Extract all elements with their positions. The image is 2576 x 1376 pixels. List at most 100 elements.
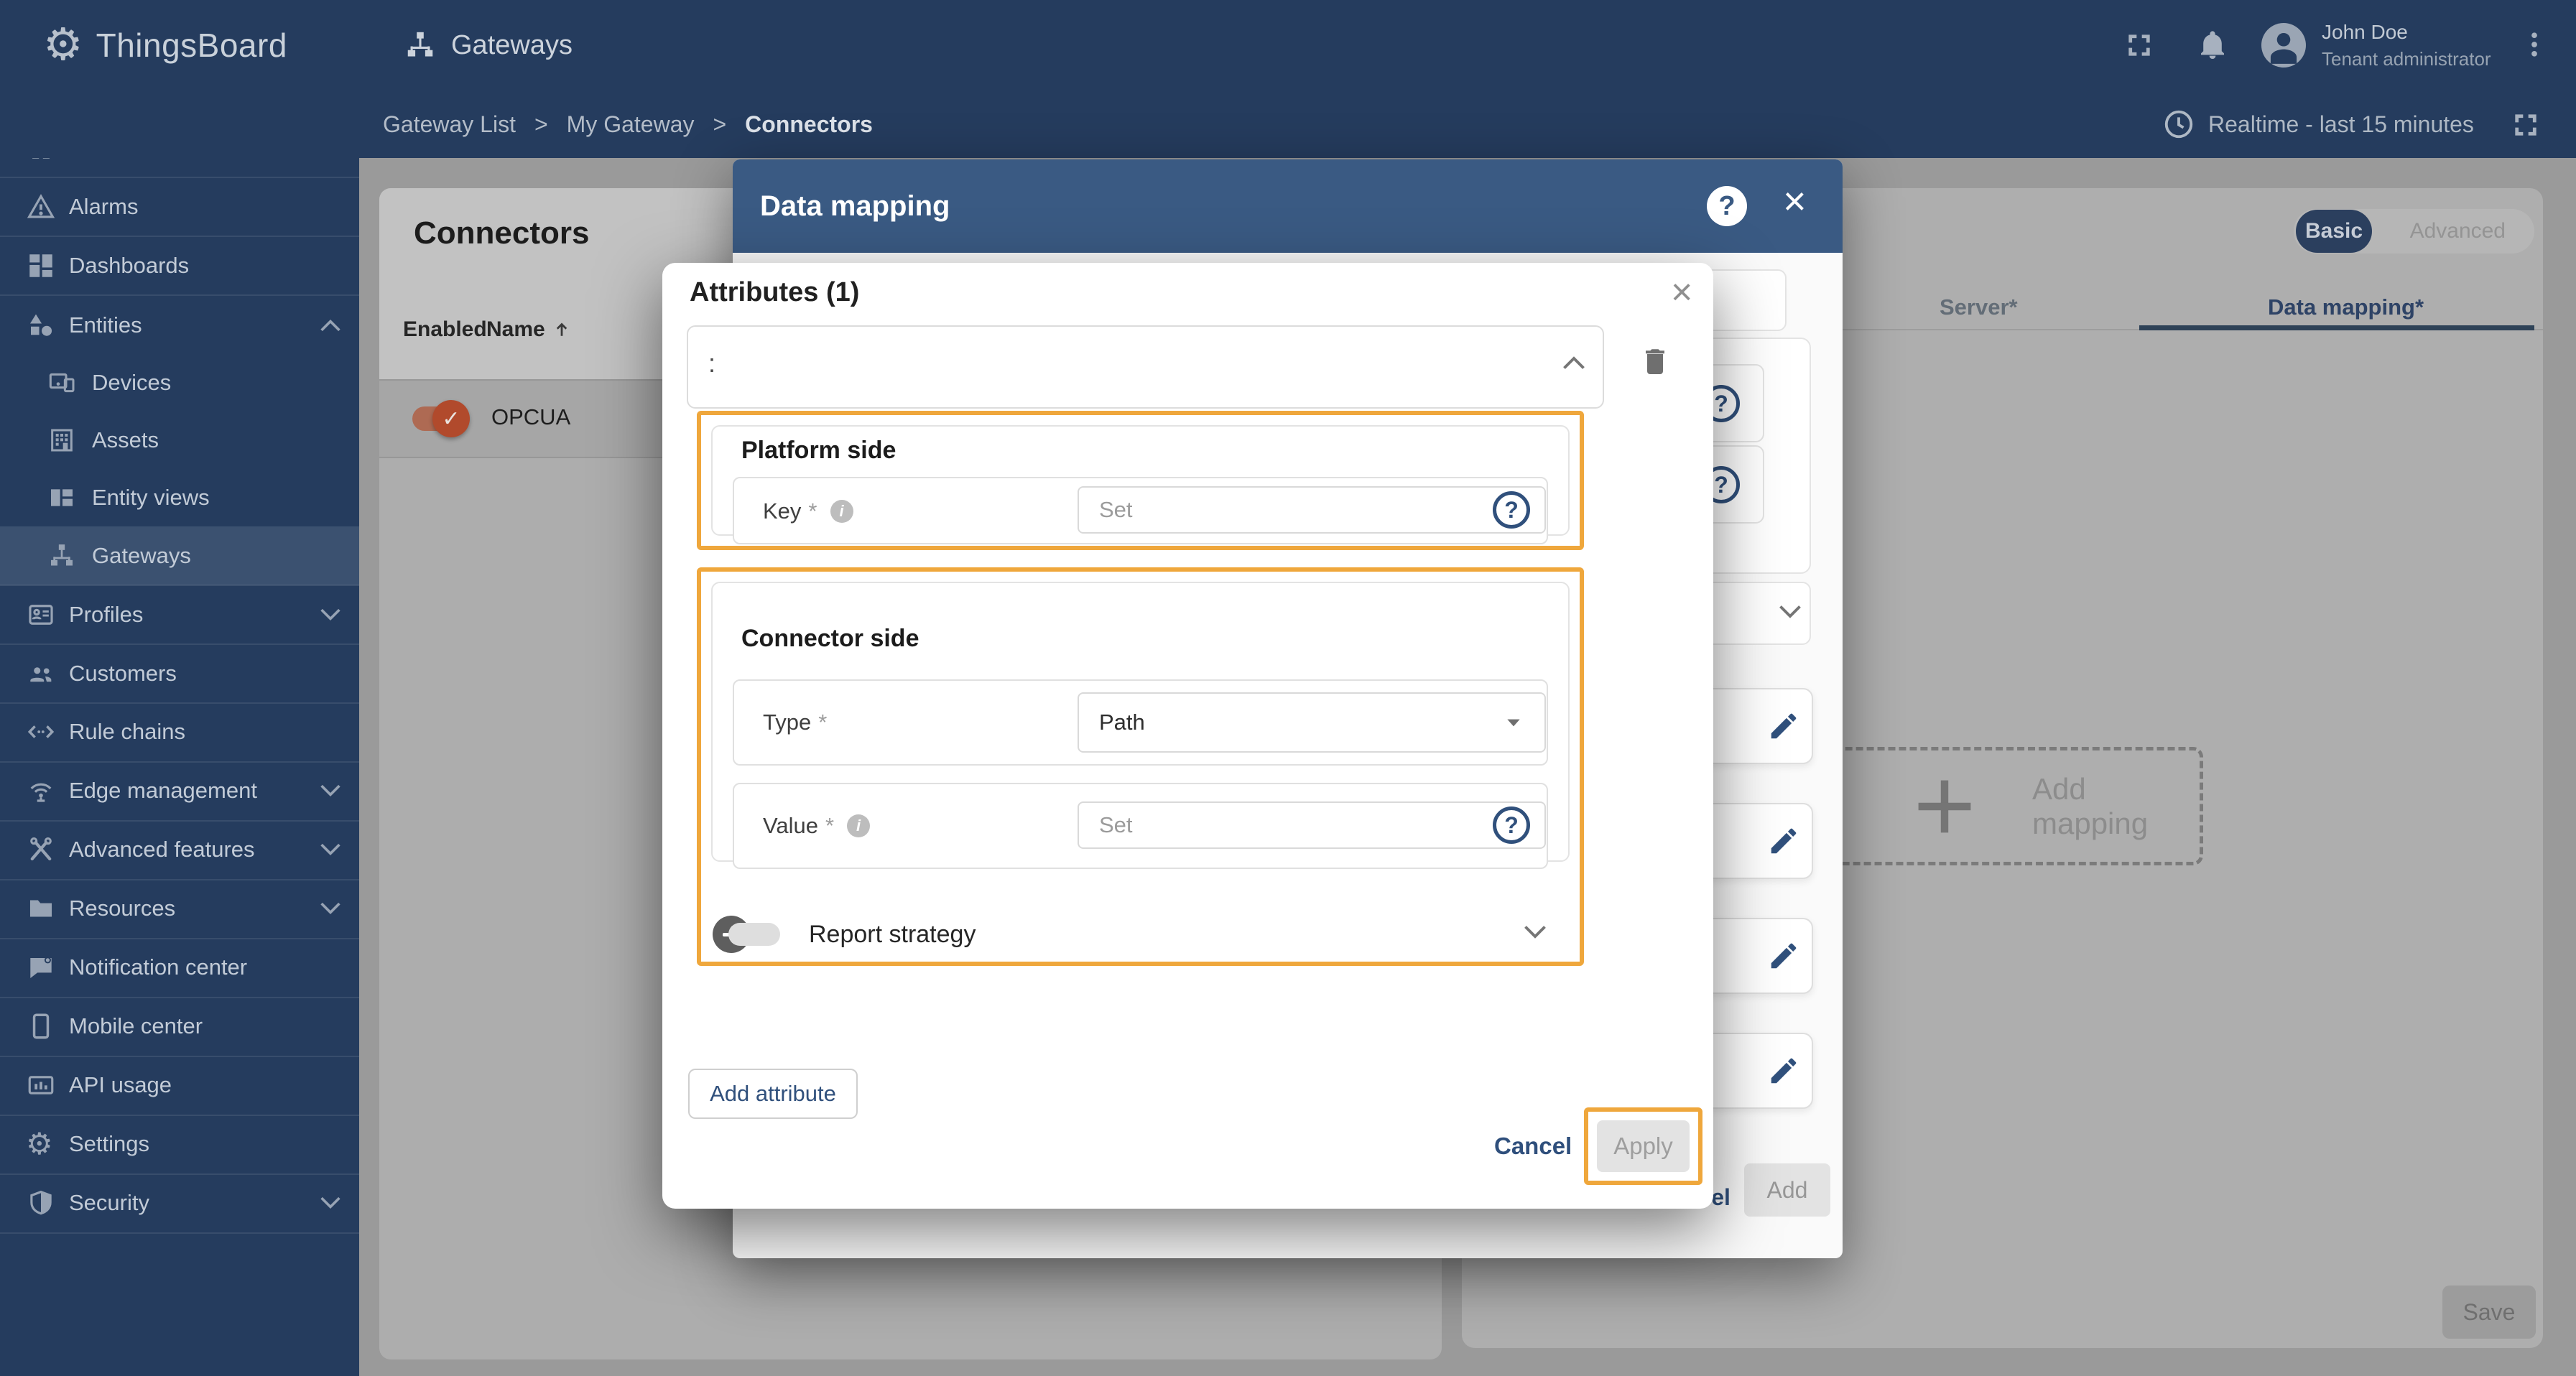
dashboard-fullscreen-icon[interactable] <box>2510 109 2542 141</box>
sidebar-item-devices[interactable]: Devices <box>0 353 359 412</box>
connector-side-highlight: Connector side Type * Path Value * i Set… <box>697 567 1584 966</box>
breadcrumb: Gateway List > My Gateway > Connectors <box>383 90 873 158</box>
connector-side-heading: Connector side <box>741 625 919 652</box>
sidebar-item-notification-center[interactable]: Notification center <box>0 938 359 997</box>
sidebar-item-profiles[interactable]: Profiles <box>0 585 359 644</box>
dashboards-icon <box>26 251 57 281</box>
modal-add-button[interactable]: Add <box>1744 1163 1830 1217</box>
mode-advanced-button[interactable]: Advanced <box>2410 209 2506 254</box>
avatar[interactable] <box>2261 23 2306 68</box>
modal-title: Data mapping <box>760 190 950 222</box>
add-attribute-button[interactable]: Add attribute <box>688 1069 858 1119</box>
edge-management-icon <box>26 776 57 806</box>
info-icon[interactable]: i <box>830 500 853 523</box>
value-label: Value * i <box>763 813 871 839</box>
profiles-icon <box>26 600 57 630</box>
thingsboard-logo[interactable]: ⚙ ThingsBoard <box>43 0 287 90</box>
entities-icon <box>26 310 57 340</box>
edit-pencil-icon[interactable] <box>1767 1054 1800 1087</box>
sidebar: Home Alarms Dashboards Entities Devices … <box>0 90 359 1376</box>
tab-data-mapping[interactable]: Data mapping* <box>2268 294 2424 320</box>
dialog-close-icon[interactable]: × <box>1667 273 1697 312</box>
breadcrumb-gateway-list[interactable]: Gateway List <box>383 111 516 138</box>
sort-arrow-up-icon <box>556 322 567 336</box>
dropdown-caret-icon <box>1504 716 1523 729</box>
chevron-up-icon <box>1561 354 1587 371</box>
value-help-icon[interactable]: ? <box>1493 806 1530 844</box>
settings-gear-icon: ⚙ <box>26 1127 53 1161</box>
apply-button-highlight: Apply <box>1584 1107 1702 1185</box>
key-field-row: Key* i ? <box>733 477 1548 544</box>
tab-server[interactable]: Server* <box>1940 294 2018 320</box>
sidebar-item-edge-management[interactable]: Edge management <box>0 761 359 820</box>
chevron-down-icon <box>1522 924 1548 941</box>
edit-pencil-icon[interactable] <box>1767 939 1800 972</box>
timewindow[interactable]: Realtime - last 15 minutes <box>2162 90 2474 158</box>
sidebar-item-security[interactable]: Security <box>0 1173 359 1232</box>
sidebar-item-customers[interactable]: Customers <box>0 644 359 703</box>
mode-toggle: Basic Advanced <box>2294 209 2534 254</box>
attributes-dialog: Attributes (1) × : Platform side Key * i … <box>662 263 1713 1209</box>
user-info[interactable]: John Doe Tenant administrator <box>2322 0 2491 90</box>
devices-icon <box>47 368 79 397</box>
breadcrumb-separator: > <box>713 111 727 137</box>
alarms-icon <box>26 192 57 222</box>
platform-side-heading: Platform side <box>741 437 896 464</box>
breadcrumb-separator: > <box>534 111 548 137</box>
connector-name: OPCUA <box>491 404 571 429</box>
mode-basic-button[interactable]: Basic <box>2296 210 2372 253</box>
modal-help-icon[interactable]: ? <box>1707 186 1747 226</box>
type-select[interactable]: Path <box>1078 692 1546 753</box>
sidebar-item-rule-chains[interactable]: Rule chains <box>0 702 359 761</box>
report-strategy-row[interactable]: Report strategy <box>701 909 1580 959</box>
sidebar-item-mobile-center[interactable]: Mobile center <box>0 997 359 1056</box>
sidebar-item-alarms[interactable]: Alarms <box>0 177 359 236</box>
gateways-lan-icon <box>404 29 437 62</box>
modal-close-icon[interactable]: × <box>1783 181 1807 221</box>
customers-icon <box>26 659 57 689</box>
sidebar-item-entity-views[interactable]: Entity views <box>0 468 359 527</box>
sidebar-item-gateways[interactable]: Gateways <box>0 526 359 585</box>
sidebar-item-entities[interactable]: Entities <box>0 296 359 355</box>
user-role: Tenant administrator <box>2322 47 2491 70</box>
user-name: John Doe <box>2322 20 2408 43</box>
modal-header: Data mapping ? × <box>733 159 1843 253</box>
sidebar-item-settings[interactable]: ⚙ Settings <box>0 1115 359 1173</box>
edit-pencil-icon[interactable] <box>1767 710 1800 743</box>
chevron-down-icon <box>1777 603 1803 620</box>
api-usage-icon <box>26 1070 57 1100</box>
chevron-down-icon <box>318 607 343 623</box>
check-icon: ✓ <box>442 406 460 431</box>
breadcrumb-bar: Gateway List > My Gateway > Connectors R… <box>0 90 2576 158</box>
chevron-down-icon <box>318 901 343 916</box>
connector-enabled-toggle[interactable]: ✓ <box>412 400 470 437</box>
security-shield-icon <box>26 1188 57 1218</box>
gateways-lan-icon <box>47 541 79 570</box>
sidebar-item-advanced-features[interactable]: Advanced features <box>0 820 359 879</box>
key-help-icon[interactable]: ? <box>1493 491 1530 529</box>
sidebar-item-api-usage[interactable]: API usage <box>0 1056 359 1115</box>
apply-button[interactable]: Apply <box>1597 1120 1690 1172</box>
edit-pencil-icon[interactable] <box>1767 824 1800 857</box>
plus-icon <box>1907 769 1982 844</box>
breadcrumb-current: Connectors <box>745 111 873 137</box>
notifications-bell-icon[interactable] <box>2195 27 2230 62</box>
sidebar-item-assets[interactable]: Assets <box>0 411 359 470</box>
delete-attribute-icon[interactable] <box>1634 343 1677 379</box>
save-button[interactable]: Save <box>2442 1286 2536 1339</box>
more-menu-icon[interactable] <box>2519 26 2550 63</box>
fullscreen-icon[interactable] <box>2123 29 2155 61</box>
dialog-cancel-button[interactable]: Cancel <box>1490 1132 1576 1161</box>
info-icon[interactable]: i <box>847 814 871 837</box>
value-input[interactable] <box>1078 801 1546 849</box>
timewindow-label: Realtime - last 15 minutes <box>2208 111 2474 137</box>
attribute-accordion-header[interactable]: : <box>687 325 1604 409</box>
key-input[interactable] <box>1078 486 1546 534</box>
report-strategy-label: Report strategy <box>809 921 976 948</box>
breadcrumb-my-gateway[interactable]: My Gateway <box>567 111 695 138</box>
attribute-summary: : <box>708 348 716 378</box>
sidebar-item-dashboards[interactable]: Dashboards <box>0 236 359 295</box>
entity-views-icon <box>47 483 79 512</box>
column-header-name[interactable]: Name <box>486 317 573 342</box>
sidebar-item-resources[interactable]: Resources <box>0 879 359 938</box>
